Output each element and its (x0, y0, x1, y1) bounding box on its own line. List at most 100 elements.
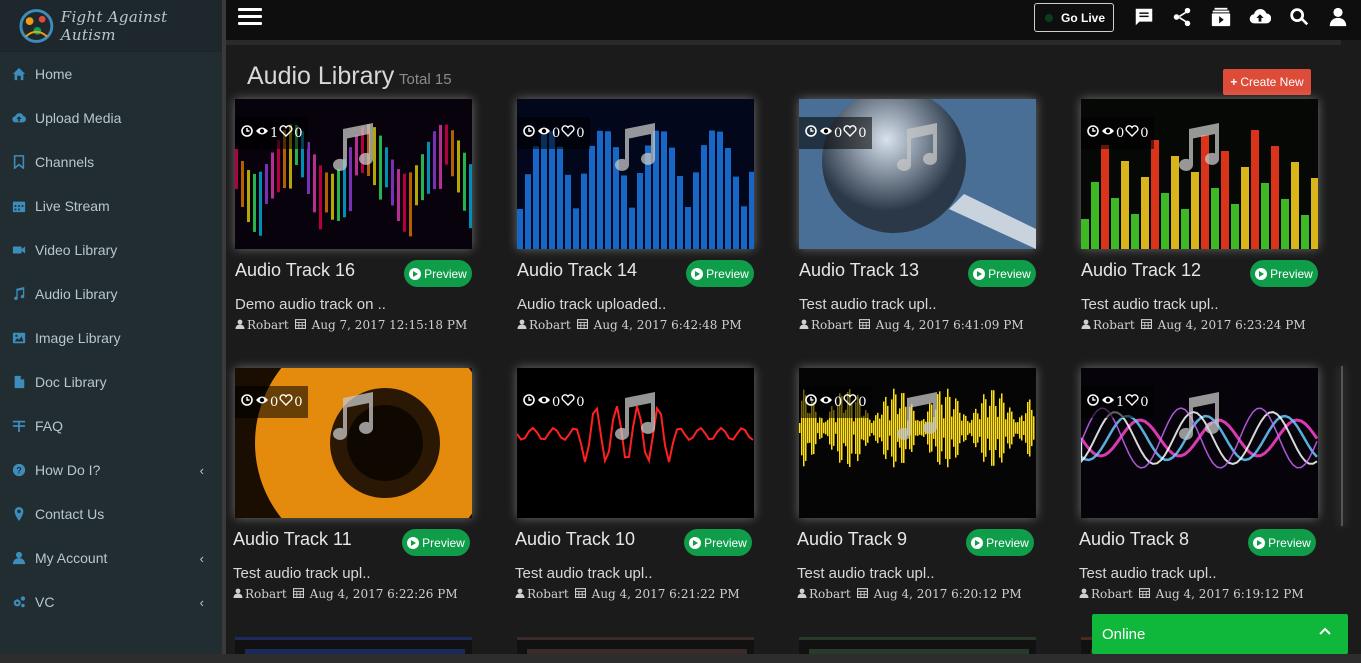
preview-button[interactable]: Preview (1250, 260, 1318, 287)
audio-title[interactable]: Audio Track 11 (233, 529, 352, 550)
thumbnail-stats: 00 (517, 117, 590, 149)
like-count: 0 (576, 394, 585, 410)
chevron-left-icon[interactable]: ‹ (200, 551, 204, 566)
calendar-icon (294, 318, 308, 332)
clock-icon (804, 394, 818, 410)
audio-thumbnail[interactable]: 10 (1081, 368, 1318, 518)
logo[interactable]: Fight Against Autism (0, 0, 222, 52)
audio-thumbnail[interactable]: 00 (799, 368, 1036, 518)
chevron-left-icon[interactable]: ‹ (200, 463, 204, 478)
audio-thumbnail[interactable]: 10 (235, 99, 472, 249)
search-icon[interactable] (1287, 5, 1311, 29)
sidebar-item-contact-us[interactable]: Contact Us (0, 492, 222, 536)
clock-icon (1086, 394, 1100, 410)
chevron-up-icon[interactable] (1318, 625, 1332, 639)
sidebar-item-home[interactable]: Home (0, 52, 222, 96)
audio-title[interactable]: Audio Track 14 (517, 260, 637, 281)
bookmark-icon (11, 154, 27, 170)
svg-text:?: ? (16, 466, 21, 476)
menu-toggle-icon[interactable] (238, 8, 262, 28)
audio-card[interactable]: 0 0 Audio Track 11 Preview Test audio track … (233, 368, 473, 628)
calendar-icon (1138, 587, 1152, 601)
sidebar-item-faq[interactable]: FAQ (0, 404, 222, 448)
like-count: 0 (858, 125, 867, 141)
audio-card[interactable]: 0 0 Audio Track 12 Preview Test audio track … (1081, 99, 1321, 359)
sidebar-item-live-stream[interactable]: Live Stream (0, 184, 222, 228)
chevron-left-icon[interactable]: ‹ (200, 595, 204, 610)
audio-description: Demo audio track on .. (235, 296, 386, 313)
cloud-upload-icon[interactable] (1248, 5, 1272, 29)
audio-title[interactable]: Audio Track 13 (799, 260, 919, 281)
sidebar-item-video-library[interactable]: Video Library (0, 228, 222, 272)
audio-thumbnail[interactable]: 00 (517, 368, 754, 518)
app-root: Fight Against Autism Home Upload Media Cha… (0, 0, 1361, 663)
go-live-button[interactable]: Go Live (1034, 3, 1114, 32)
thumbnail-stats: 00 (517, 386, 590, 418)
preview-button[interactable]: Preview (686, 260, 754, 287)
audio-title[interactable]: Audio Track 12 (1081, 260, 1201, 281)
user-icon (235, 318, 247, 332)
audio-author: Robart (529, 318, 571, 332)
audio-meta: Robart Aug 4, 2017 6:20:12 PM (797, 587, 1022, 601)
preview-button[interactable]: Preview (684, 529, 752, 556)
audio-card[interactable]: 1 0 Audio Track 16 Preview Demo audio track … (235, 99, 475, 359)
preview-button[interactable]: Preview (404, 260, 472, 287)
audio-date: Aug 4, 2017 6:41:09 PM (875, 318, 1024, 332)
share-icon[interactable] (1170, 5, 1194, 29)
sidebar-item-how-do-i[interactable]: ? How Do I? ‹ (0, 448, 222, 492)
audio-card[interactable]: 1 0 Audio Track 8 Preview Test audio track u… (1079, 368, 1319, 628)
plus-icon: + (1230, 75, 1238, 89)
online-chat-bar[interactable]: Online (1092, 614, 1348, 654)
content-scrollbar[interactable] (1341, 40, 1361, 663)
audio-title[interactable]: Audio Track 8 (1079, 529, 1189, 550)
audio-card[interactable]: 0 0 Audio Track 9 Preview Test audio track u… (797, 368, 1037, 628)
sidebar-item-my-account[interactable]: My Account ‹ (0, 536, 222, 580)
chat-icon[interactable] (1132, 5, 1156, 29)
calendar-icon (1140, 318, 1154, 332)
sidebar-item-channels[interactable]: Channels (0, 140, 222, 184)
audio-card[interactable]: 0 0 Audio Track 13 Preview Test audio track … (799, 99, 1039, 359)
preview-button[interactable]: Preview (402, 529, 470, 556)
audio-title[interactable]: Audio Track 9 (797, 529, 907, 550)
audio-meta: Robart Aug 4, 2017 6:41:09 PM (799, 318, 1024, 332)
preview-button[interactable]: Preview (1248, 529, 1316, 556)
eye-icon (536, 125, 552, 141)
eye-icon (1100, 394, 1116, 410)
sidebar-item-image-library[interactable]: Image Library (0, 316, 222, 360)
sidebar-item-upload-media[interactable]: Upload Media (0, 96, 222, 140)
playlist-icon[interactable] (1209, 5, 1233, 29)
view-count: 1 (1116, 394, 1125, 410)
music-note-icon (329, 121, 375, 173)
go-live-label: Go Live (1061, 10, 1106, 25)
audio-description: Test audio track upl.. (797, 565, 935, 582)
sidebar-item-label: Doc Library (35, 374, 107, 390)
thumbnail-stats: 00 (799, 386, 872, 418)
audio-card[interactable]: 0 0 Audio Track 14 Preview Audio track uploa… (517, 99, 757, 359)
video-camera-icon (11, 242, 27, 258)
audio-title[interactable]: Audio Track 10 (515, 529, 635, 550)
audio-thumbnail[interactable]: 00 (799, 99, 1036, 249)
user-icon (233, 587, 245, 601)
audio-thumbnail[interactable]: 00 (517, 99, 754, 249)
audio-title[interactable]: Audio Track 16 (235, 260, 355, 281)
sidebar-item-doc-library[interactable]: Doc Library (0, 360, 222, 404)
audio-date: Aug 4, 2017 6:20:12 PM (873, 587, 1022, 601)
audio-date: Aug 4, 2017 6:19:12 PM (1155, 587, 1304, 601)
preview-button[interactable]: Preview (968, 260, 1036, 287)
thumbnail-stats: 00 (1081, 117, 1154, 149)
sidebar-item-audio-library[interactable]: Audio Library (0, 272, 222, 316)
audio-thumbnail[interactable]: 00 (235, 368, 472, 518)
audio-description: Test audio track upl.. (233, 565, 371, 582)
audio-thumbnail[interactable]: 00 (1081, 99, 1318, 249)
clock-icon (240, 125, 254, 141)
sidebar-item-label: Home (35, 66, 73, 82)
footer-strip (0, 654, 1361, 663)
audio-card[interactable]: 0 0 Audio Track 10 Preview Test audio track … (515, 368, 755, 628)
preview-label: Preview (424, 266, 467, 281)
preview-button[interactable]: Preview (966, 529, 1034, 556)
calendar-icon (576, 318, 590, 332)
create-new-button[interactable]: + Create New (1223, 69, 1311, 95)
user-icon[interactable] (1326, 5, 1350, 29)
total-count: Total 15 (399, 71, 452, 88)
sidebar-item-vc[interactable]: VC ‹ (0, 580, 222, 624)
